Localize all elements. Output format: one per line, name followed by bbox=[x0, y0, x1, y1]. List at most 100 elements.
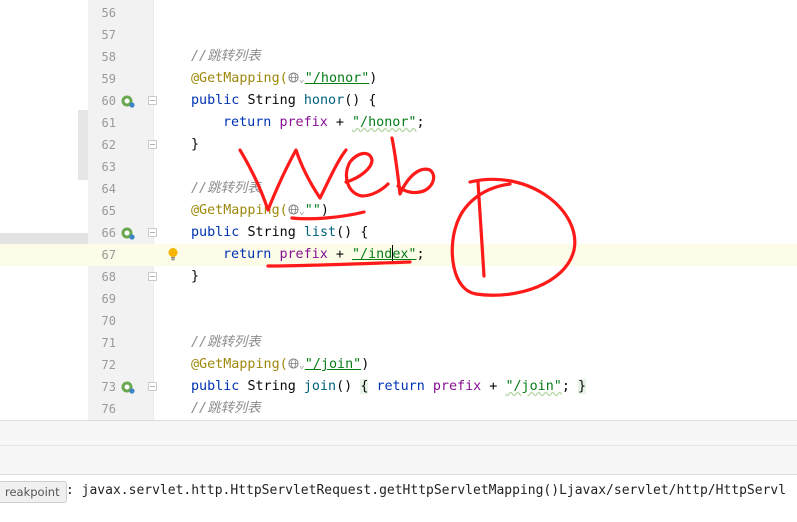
line-number: 67 bbox=[101, 248, 116, 262]
signature: () { bbox=[344, 93, 377, 108]
line-number: 58 bbox=[101, 50, 116, 64]
code-comment: //跳转列表 bbox=[191, 49, 261, 64]
fold-marker-icon[interactable] bbox=[148, 96, 157, 105]
globe-icon[interactable] bbox=[288, 358, 299, 369]
breakpoint-label[interactable]: reakpoint bbox=[0, 481, 67, 503]
operator: + bbox=[327, 115, 352, 130]
line-number: 57 bbox=[101, 28, 116, 42]
string-literal: "/ind bbox=[352, 247, 393, 262]
type-name: String bbox=[247, 225, 296, 240]
code-text[interactable]: public String list() { bbox=[191, 222, 368, 244]
keyword: return bbox=[376, 379, 425, 394]
code-comment: //跳转列表 bbox=[191, 335, 261, 350]
method-name: list bbox=[303, 225, 337, 240]
type-name: String bbox=[247, 93, 296, 108]
semicolon: ; bbox=[416, 115, 425, 130]
annotation: @GetMapping( bbox=[191, 357, 288, 372]
signature: () bbox=[336, 379, 361, 394]
keyword: public bbox=[191, 225, 240, 240]
string-literal: "" bbox=[304, 203, 321, 218]
editor-line: 56 bbox=[0, 2, 797, 24]
editor-line: 64 //跳转列表 bbox=[0, 178, 797, 200]
field-name: prefix bbox=[432, 379, 482, 394]
line-number: 63 bbox=[101, 160, 116, 174]
editor-line: 66 public String list() { bbox=[0, 222, 797, 244]
tool-window-panel bbox=[0, 420, 797, 474]
semicolon: ; bbox=[561, 379, 570, 394]
debug-console: reakpoint : javax.servlet.http.HttpServl… bbox=[0, 474, 797, 522]
type-name: String bbox=[247, 379, 296, 394]
line-number: 68 bbox=[101, 270, 116, 284]
editor-line: 71 //跳转列表 bbox=[0, 332, 797, 354]
string-literal: ex" bbox=[392, 247, 417, 262]
line-number: 61 bbox=[101, 116, 116, 130]
spring-web-endpoint-icon[interactable] bbox=[121, 94, 135, 108]
line-number: 71 bbox=[101, 336, 116, 350]
editor-line: 72 @GetMapping(⌄"/join") bbox=[0, 354, 797, 376]
string-literal: "/join" bbox=[505, 379, 562, 394]
editor-line: 59 @GetMapping(⌄"/honor") bbox=[0, 68, 797, 90]
editor-line: 76 //跳转列表 bbox=[0, 398, 797, 418]
line-number: 64 bbox=[101, 182, 116, 196]
line-number: 73 bbox=[101, 380, 116, 394]
fold-marker-icon[interactable] bbox=[148, 140, 157, 149]
code-text[interactable]: @GetMapping(⌄"") bbox=[191, 200, 329, 223]
keyword: return bbox=[223, 247, 272, 262]
code-text[interactable]: return prefix + "/honor"; bbox=[223, 112, 425, 134]
console-message: : javax.servlet.http.HttpServletRequest.… bbox=[66, 483, 787, 498]
line-number: 69 bbox=[101, 292, 116, 306]
editor-line: 58 //跳转列表 bbox=[0, 46, 797, 68]
paren: ) bbox=[369, 71, 378, 86]
paren: ) bbox=[320, 203, 329, 218]
annotation: @GetMapping( bbox=[191, 203, 288, 218]
editor-line: 68 } bbox=[0, 266, 797, 288]
spring-web-endpoint-icon[interactable] bbox=[121, 226, 135, 240]
semicolon: ; bbox=[416, 247, 425, 262]
folded-brace[interactable]: } bbox=[578, 379, 587, 394]
editor-line-current: 67 return prefix + "/index"; bbox=[0, 244, 797, 266]
field-name: prefix bbox=[279, 115, 328, 130]
editor-line: 65 @GetMapping(⌄"") bbox=[0, 200, 797, 222]
editor-line: 60 public String honor() { bbox=[0, 90, 797, 112]
folded-brace[interactable]: { bbox=[360, 379, 369, 394]
line-number: 56 bbox=[101, 6, 116, 20]
code-text[interactable]: return prefix + "/index"; bbox=[223, 244, 425, 266]
line-number: 66 bbox=[101, 226, 116, 240]
operator: + bbox=[327, 247, 352, 262]
code-text[interactable]: @GetMapping(⌄"/join") bbox=[191, 354, 369, 377]
keyword: public bbox=[191, 379, 240, 394]
string-literal: "/honor" bbox=[304, 71, 370, 86]
string-literal: "/join" bbox=[304, 357, 362, 372]
editor-line: 62 } bbox=[0, 134, 797, 156]
annotation: @GetMapping( bbox=[191, 71, 288, 86]
editor-line: 61 return prefix + "/honor"; bbox=[0, 112, 797, 134]
code-text[interactable]: @GetMapping(⌄"/honor") bbox=[191, 68, 377, 91]
globe-icon[interactable] bbox=[288, 204, 299, 215]
code-comment: //跳转列表 bbox=[191, 401, 261, 416]
line-number: 65 bbox=[101, 204, 116, 218]
keyword: return bbox=[223, 115, 272, 130]
spring-web-endpoint-icon[interactable] bbox=[121, 380, 135, 394]
code-text[interactable]: } bbox=[191, 134, 199, 156]
operator: + bbox=[481, 379, 506, 394]
fold-marker-icon[interactable] bbox=[148, 228, 157, 237]
line-number: 59 bbox=[101, 72, 116, 86]
code-comment: //跳转列表 bbox=[191, 181, 261, 196]
string-literal: "/honor" bbox=[352, 115, 417, 130]
fold-marker-icon[interactable] bbox=[148, 272, 157, 281]
editor-line: 70 bbox=[0, 310, 797, 332]
line-number: 72 bbox=[101, 358, 116, 372]
fold-marker-icon[interactable] bbox=[148, 382, 157, 391]
code-text[interactable]: public String join() { return prefix + "… bbox=[191, 376, 587, 398]
code-text[interactable]: public String honor() { bbox=[191, 90, 376, 112]
editor-line: 57 bbox=[0, 24, 797, 46]
line-number: 70 bbox=[101, 314, 116, 328]
method-name: honor bbox=[303, 93, 345, 108]
lightbulb-icon[interactable] bbox=[165, 246, 181, 262]
code-text[interactable]: } bbox=[191, 266, 199, 288]
globe-icon[interactable] bbox=[288, 72, 299, 83]
panel-divider bbox=[0, 445, 797, 446]
paren: ) bbox=[361, 357, 370, 372]
editor-line: 63 bbox=[0, 156, 797, 178]
field-name: prefix bbox=[279, 247, 328, 262]
